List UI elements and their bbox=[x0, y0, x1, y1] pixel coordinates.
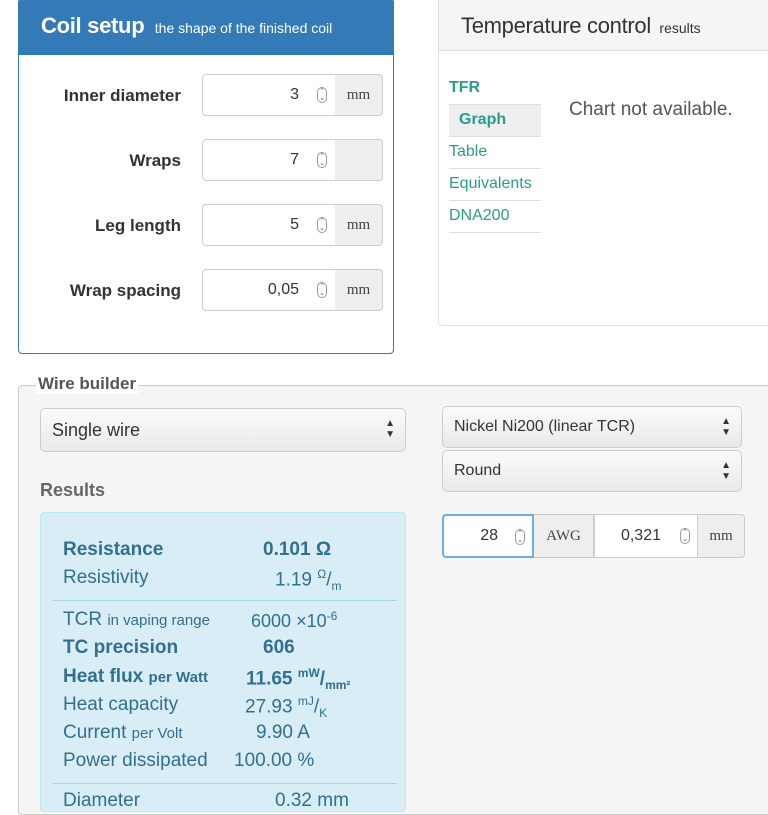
heat-flux-value: 11.65 mW/mm² bbox=[246, 666, 351, 693]
resistance-label: Resistance bbox=[63, 539, 164, 560]
tcr-value: 6000 ×10-6 bbox=[251, 609, 338, 631]
temperature-control-title: Temperature control bbox=[461, 13, 651, 38]
coil-setup-subtitle: the shape of the finished coil bbox=[154, 20, 333, 36]
diameter-value: 0.32 mm bbox=[275, 790, 349, 811]
inner-diameter-label: Inner diameter bbox=[63, 86, 181, 105]
current-label: Current per Volt bbox=[63, 722, 183, 743]
inner-diameter-row: Inner diameter 3 ⌃ ⌄ mm bbox=[19, 74, 393, 118]
resistivity-row: Resistivity 1.19 Ω/m bbox=[63, 567, 393, 593]
shape-value: Round bbox=[454, 462, 502, 479]
tcr-label: TCR in vaping range bbox=[63, 609, 210, 630]
results-box: Resistance 0.101 Ω Resistivity 1.19 Ω/m … bbox=[40, 512, 406, 812]
wire-builder-legend: Wire builder bbox=[36, 374, 139, 394]
tab-graph[interactable]: Graph bbox=[449, 105, 541, 137]
chart-not-available-message: Chart not available. bbox=[569, 99, 733, 120]
coil-setup-header: Coil setup the shape of the finished coi… bbox=[19, 0, 393, 55]
heat-flux-row: Heat flux per Watt 11.65 mW/mm² bbox=[63, 666, 393, 692]
select-arrows-icon: ▲ ▼ bbox=[721, 460, 731, 482]
tcr-row: TCR in vaping range 6000 ×10-6 bbox=[63, 609, 393, 635]
material-value: Nickel Ni200 (linear TCR) bbox=[454, 418, 636, 435]
results-heading: Results bbox=[40, 480, 106, 500]
wrap-spacing-label: Wrap spacing bbox=[69, 281, 181, 300]
awg-value: 28 bbox=[480, 527, 498, 544]
tc-precision-label: TC precision bbox=[63, 637, 179, 658]
wraps-unit bbox=[335, 139, 383, 181]
temperature-control-header: Temperature control results bbox=[439, 0, 768, 51]
wire-mm-input[interactable]: 0,321 ⌃ ⌄ bbox=[594, 514, 698, 558]
coil-setup-title: Coil setup bbox=[41, 13, 145, 38]
select-arrows-icon: ▲ ▼ bbox=[385, 418, 395, 440]
temperature-control-subtitle: results bbox=[659, 20, 701, 36]
wrap-spacing-spinner-icon[interactable]: ⌃ ⌄ bbox=[317, 282, 327, 298]
resistance-row: Resistance 0.101 Ω bbox=[63, 539, 393, 565]
wrap-spacing-unit: mm bbox=[335, 269, 383, 311]
power-value: 100.00 % bbox=[234, 750, 315, 771]
wrap-spacing-value: 0,05 bbox=[267, 281, 299, 298]
shape-select[interactable]: Round ▲ ▼ bbox=[442, 450, 742, 492]
wire-mm-value: 0,321 bbox=[620, 527, 661, 544]
material-select[interactable]: Nickel Ni200 (linear TCR) ▲ ▼ bbox=[442, 406, 742, 448]
heat-capacity-row: Heat capacity 27.93 mJ/K bbox=[63, 694, 393, 720]
wraps-spinner-icon[interactable]: ⌃ ⌄ bbox=[317, 152, 327, 168]
tab-dna200[interactable]: DNA200 bbox=[449, 201, 541, 233]
wraps-value: 7 bbox=[290, 151, 299, 168]
awg-input[interactable]: 28 ⌃ ⌄ bbox=[442, 514, 534, 558]
awg-spinner-icon[interactable]: ⌃ ⌄ bbox=[515, 529, 525, 545]
diameter-label: Diameter bbox=[63, 790, 141, 811]
coil-setup-panel: Coil setup the shape of the finished coi… bbox=[18, 0, 394, 354]
resistivity-label: Resistivity bbox=[63, 567, 149, 588]
power-row: Power dissipated 100.00 % bbox=[63, 750, 393, 776]
tab-equivalents[interactable]: Equivalents bbox=[449, 169, 541, 201]
tab-table[interactable]: Table bbox=[449, 137, 541, 169]
wraps-input[interactable]: 7 ⌃ ⌄ bbox=[202, 139, 336, 181]
tab-tfr[interactable]: TFR bbox=[449, 73, 541, 105]
leg-length-unit: mm bbox=[335, 204, 383, 246]
awg-unit: AWG bbox=[534, 514, 594, 558]
inner-diameter-input[interactable]: 3 ⌃ ⌄ bbox=[202, 74, 336, 116]
select-arrows-icon: ▲ ▼ bbox=[721, 416, 731, 438]
wraps-row: Wraps 7 ⌃ ⌄ bbox=[19, 139, 393, 183]
power-label: Power dissipated bbox=[63, 750, 208, 771]
wire-mm-spinner-icon[interactable]: ⌃ ⌄ bbox=[680, 528, 690, 544]
temperature-control-panel: Temperature control results TFR Graph Ta… bbox=[438, 0, 768, 326]
leg-length-spinner-icon[interactable]: ⌃ ⌄ bbox=[317, 217, 327, 233]
results-divider bbox=[53, 600, 397, 601]
current-value: 9.90 A bbox=[256, 722, 310, 743]
wrap-spacing-row: Wrap spacing 0,05 ⌃ ⌄ mm bbox=[19, 269, 393, 313]
current-row: Current per Volt 9.90 A bbox=[63, 722, 393, 748]
tc-precision-value: 606 bbox=[263, 637, 295, 658]
results-tab-list: TFR Graph Table Equivalents DNA200 bbox=[449, 73, 541, 233]
inner-diameter-unit: mm bbox=[335, 74, 383, 116]
leg-length-row: Leg length 5 ⌃ ⌄ mm bbox=[19, 204, 393, 248]
wire-type-select[interactable]: Single wire ▲ ▼ bbox=[40, 408, 406, 452]
results-divider bbox=[53, 783, 397, 784]
diameter-row: Diameter 0.32 mm bbox=[63, 790, 393, 811]
wrap-spacing-input[interactable]: 0,05 ⌃ ⌄ bbox=[202, 269, 336, 311]
leg-length-value: 5 bbox=[290, 216, 299, 233]
heat-capacity-value: 27.93 mJ/K bbox=[245, 694, 328, 721]
tc-precision-row: TC precision 606 bbox=[63, 637, 393, 663]
wire-type-value: Single wire bbox=[52, 420, 141, 440]
resistivity-value: 1.19 Ω/m bbox=[275, 567, 342, 594]
leg-length-input[interactable]: 5 ⌃ ⌄ bbox=[202, 204, 336, 246]
resistance-value: 0.101 Ω bbox=[263, 539, 332, 560]
inner-diameter-value: 3 bbox=[290, 86, 299, 103]
leg-length-label: Leg length bbox=[95, 216, 181, 235]
heat-capacity-label: Heat capacity bbox=[63, 694, 179, 715]
wraps-label: Wraps bbox=[129, 151, 181, 170]
wire-mm-unit: mm bbox=[697, 514, 745, 558]
inner-diameter-spinner-icon[interactable]: ⌃ ⌄ bbox=[317, 87, 327, 103]
heat-flux-label: Heat flux per Watt bbox=[63, 666, 208, 687]
